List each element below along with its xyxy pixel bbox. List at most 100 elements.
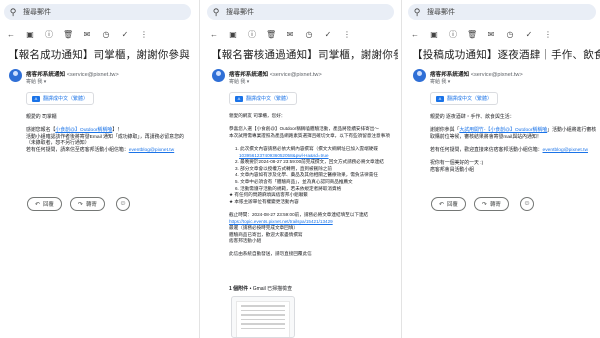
attachments-count: 1 個附件 <box>229 286 249 292</box>
recipient[interactable]: 寄給 我 ▾ <box>26 78 46 85</box>
body-line: 痞客邦活動小組 <box>229 238 262 244</box>
reply-label: 回覆 <box>43 202 54 208</box>
recipient[interactable]: 寄給 我 ▾ <box>430 78 450 85</box>
body-line: 親愛的 司掌櫃 <box>26 115 57 120</box>
footer-line: 此信由系統自動發送，請勿直接回覆此信 <box>229 251 312 257</box>
body-line: 痞客邦會員活動小組 <box>430 167 475 173</box>
translate-label: 翻譯成中文（繁體） <box>246 96 292 102</box>
sender[interactable]: 痞客邦系統通知 <service@pixnet.tw> <box>26 70 119 78</box>
archive-icon[interactable]: ▣ <box>228 29 238 41</box>
sender-email: <service@pixnet.tw> <box>66 72 119 78</box>
body-line: 2. 最晚要於2024-08-27 23:59:00前完成撰文，回文方式請務必將… <box>235 159 384 165</box>
body-text: 若有任何疑問，歡迎直接來信痞客邦活動小組信箱： <box>430 147 543 153</box>
email-panel-3: ⚲ 搜尋郵件 ← ▣ ⓘ 🗑 ✉ ◷ ✓ ⋮ 【投稿成功通知】逐夜酒肆｜手作、飲… <box>404 0 600 338</box>
snooze-icon[interactable]: ◷ <box>101 29 111 41</box>
search-input[interactable]: 搜尋郵件 <box>23 7 51 17</box>
search-bar[interactable]: ⚲ 搜尋郵件 <box>4 4 191 20</box>
report-icon[interactable]: ⓘ <box>247 29 257 41</box>
translate-icon: A <box>235 95 243 102</box>
translate-button[interactable]: A 翻譯成中文（繁體） <box>229 92 298 105</box>
body-line: ★ 有任何的問題麻煩與痞客邦小組聯繫 <box>229 192 308 198</box>
body-text: 若有任何疑問，請來信至痞客邦活動小組信箱： <box>26 147 129 153</box>
translate-icon: A <box>32 95 40 102</box>
search-bar[interactable]: ⚲ 搜尋郵件 <box>207 4 394 20</box>
toolbar: ← ▣ ⓘ 🗑 ✉ ◷ ✓ ⋮ <box>6 29 189 41</box>
email-body: 親愛的 司掌櫃 感謝您報名【小食創@】Outdoor稱稱嗑】！ 活動小組確認該作… <box>26 115 184 155</box>
label-icon[interactable]: ✓ <box>120 29 130 41</box>
search-bar[interactable]: ⚲ 搜尋郵件 <box>408 4 596 20</box>
attachments-header: 1 個附件 • Gmail 已掃描檢查 <box>229 285 292 292</box>
reply-icon: ↶ <box>439 201 445 208</box>
body-line: 5. 文章中必須含有「體驗商品」，並為真心認同商品推薦文 <box>235 178 353 184</box>
body-line: 親愛的網友 司掌櫃，您好： <box>229 113 286 118</box>
doc-link-text[interactable]: 103956123740936052058&pwl-Ha&sd=true <box>239 153 329 158</box>
avatar <box>9 69 22 82</box>
forward-button[interactable]: ↷ 轉寄 <box>70 197 105 211</box>
search-icon[interactable]: ⚲ <box>410 7 424 18</box>
mail-icon[interactable]: ✉ <box>486 29 496 41</box>
body-text: 】！ <box>112 128 123 134</box>
delete-icon[interactable]: 🗑 <box>467 29 477 41</box>
more-icon[interactable]: ⋮ <box>139 29 149 41</box>
panel-divider <box>401 0 402 338</box>
body-line: 祝你有一個美好的一天 :) <box>430 161 484 167</box>
delete-icon[interactable]: 🗑 <box>266 29 276 41</box>
search-icon[interactable]: ⚲ <box>6 7 20 18</box>
archive-icon[interactable]: ▣ <box>429 29 439 41</box>
snooze-icon[interactable]: ◷ <box>505 29 515 41</box>
recipient[interactable]: 寄給 我 ▾ <box>229 78 249 85</box>
email-panel-1: ⚲ 搜尋郵件 ← ▣ ⓘ 🗑 ✉ ◷ ✓ ⋮ 【報名成功通知】司掌櫃，謝謝你參與… <box>0 0 195 338</box>
body-text: 感謝您報名【 <box>26 128 56 134</box>
attachment-thumbnail[interactable] <box>231 296 295 338</box>
body-line: ★ 本賬主辦單位有權變更活動內容 <box>229 198 299 204</box>
reply-button[interactable]: ↶ 回覆 <box>27 197 62 211</box>
back-icon[interactable]: ← <box>6 29 16 41</box>
search-icon[interactable]: ⚲ <box>209 7 223 18</box>
reply-label: 回覆 <box>447 202 458 208</box>
reply-icon: ↶ <box>35 201 41 208</box>
search-input[interactable]: 搜尋郵件 <box>226 7 254 17</box>
label-icon[interactable]: ✓ <box>323 29 333 41</box>
email-link[interactable]: eventblog@pixnet.tw <box>129 148 174 153</box>
back-icon[interactable]: ← <box>410 29 420 41</box>
sender-email: <service@pixnet.tw> <box>269 72 322 78</box>
forward-label: 轉寄 <box>86 202 97 208</box>
more-icon[interactable]: ⋮ <box>543 29 553 41</box>
snooze-icon[interactable]: ◷ <box>304 29 314 41</box>
translate-button[interactable]: A 翻譯成中文（繁體） <box>26 92 95 105</box>
report-icon[interactable]: ⓘ <box>44 29 54 41</box>
translate-button[interactable]: A 翻譯成中文（繁體） <box>430 92 499 105</box>
body-line: （未錄取者，恕不另行通知） <box>26 141 90 147</box>
emoji-icon[interactable]: ☺ <box>520 197 534 211</box>
body-text: 謝謝你參與「 <box>430 128 460 134</box>
sender[interactable]: 痞客邦系統通知 <service@pixnet.tw> <box>229 70 322 78</box>
reply-button[interactable]: ↶ 回覆 <box>431 197 466 211</box>
search-input[interactable]: 搜尋郵件 <box>427 7 455 17</box>
event-link[interactable]: 大試用開竹-【小食創@】Outdoor稱稱嗑 <box>459 128 547 133</box>
email-subject: 【報名審核通過通知】司掌櫃，謝謝你參與「 <box>211 49 398 61</box>
back-icon[interactable]: ← <box>209 29 219 41</box>
translate-icon: A <box>436 95 444 102</box>
toolbar: ← ▣ ⓘ 🗑 ✉ ◷ ✓ ⋮ <box>209 29 392 41</box>
submit-link[interactable]: https://topic.events.pixnet.net/trailspa… <box>229 219 333 224</box>
delete-icon[interactable]: 🗑 <box>63 29 73 41</box>
email-link[interactable]: eventblog@pixnet.tw <box>543 148 588 153</box>
report-icon[interactable]: ⓘ <box>448 29 458 41</box>
email-body: 親愛的網友 司掌櫃，您好： 恭喜您入選【小食創@】Outdoor稱稱嗑體驗活動，… <box>229 113 390 258</box>
panel-divider <box>199 0 200 338</box>
body-line <box>430 141 596 148</box>
event-link[interactable]: 小食創@】Outdoor稱稱嗑 <box>55 128 112 133</box>
scan-note: • Gmail 已掃描檢查 <box>249 286 293 292</box>
body-line: 最遲（請務必按時完成文章回填） <box>229 225 298 231</box>
mail-icon[interactable]: ✉ <box>285 29 295 41</box>
sender[interactable]: 痞客邦系統通知 <service@pixnet.tw> <box>430 70 523 78</box>
more-icon[interactable]: ⋮ <box>342 29 352 41</box>
emoji-icon[interactable]: ☺ <box>116 197 130 211</box>
body-line: 謝謝你參與「大試用開竹-【小食創@】Outdoor稱稱嗑」活動小組將進行審核 <box>430 128 596 135</box>
label-icon[interactable]: ✓ <box>524 29 534 41</box>
mail-icon[interactable]: ✉ <box>82 29 92 41</box>
archive-icon[interactable]: ▣ <box>25 29 35 41</box>
forward-button[interactable]: ↷ 轉寄 <box>474 197 509 211</box>
body-line <box>229 205 390 212</box>
sender-email: <service@pixnet.tw> <box>470 72 523 78</box>
